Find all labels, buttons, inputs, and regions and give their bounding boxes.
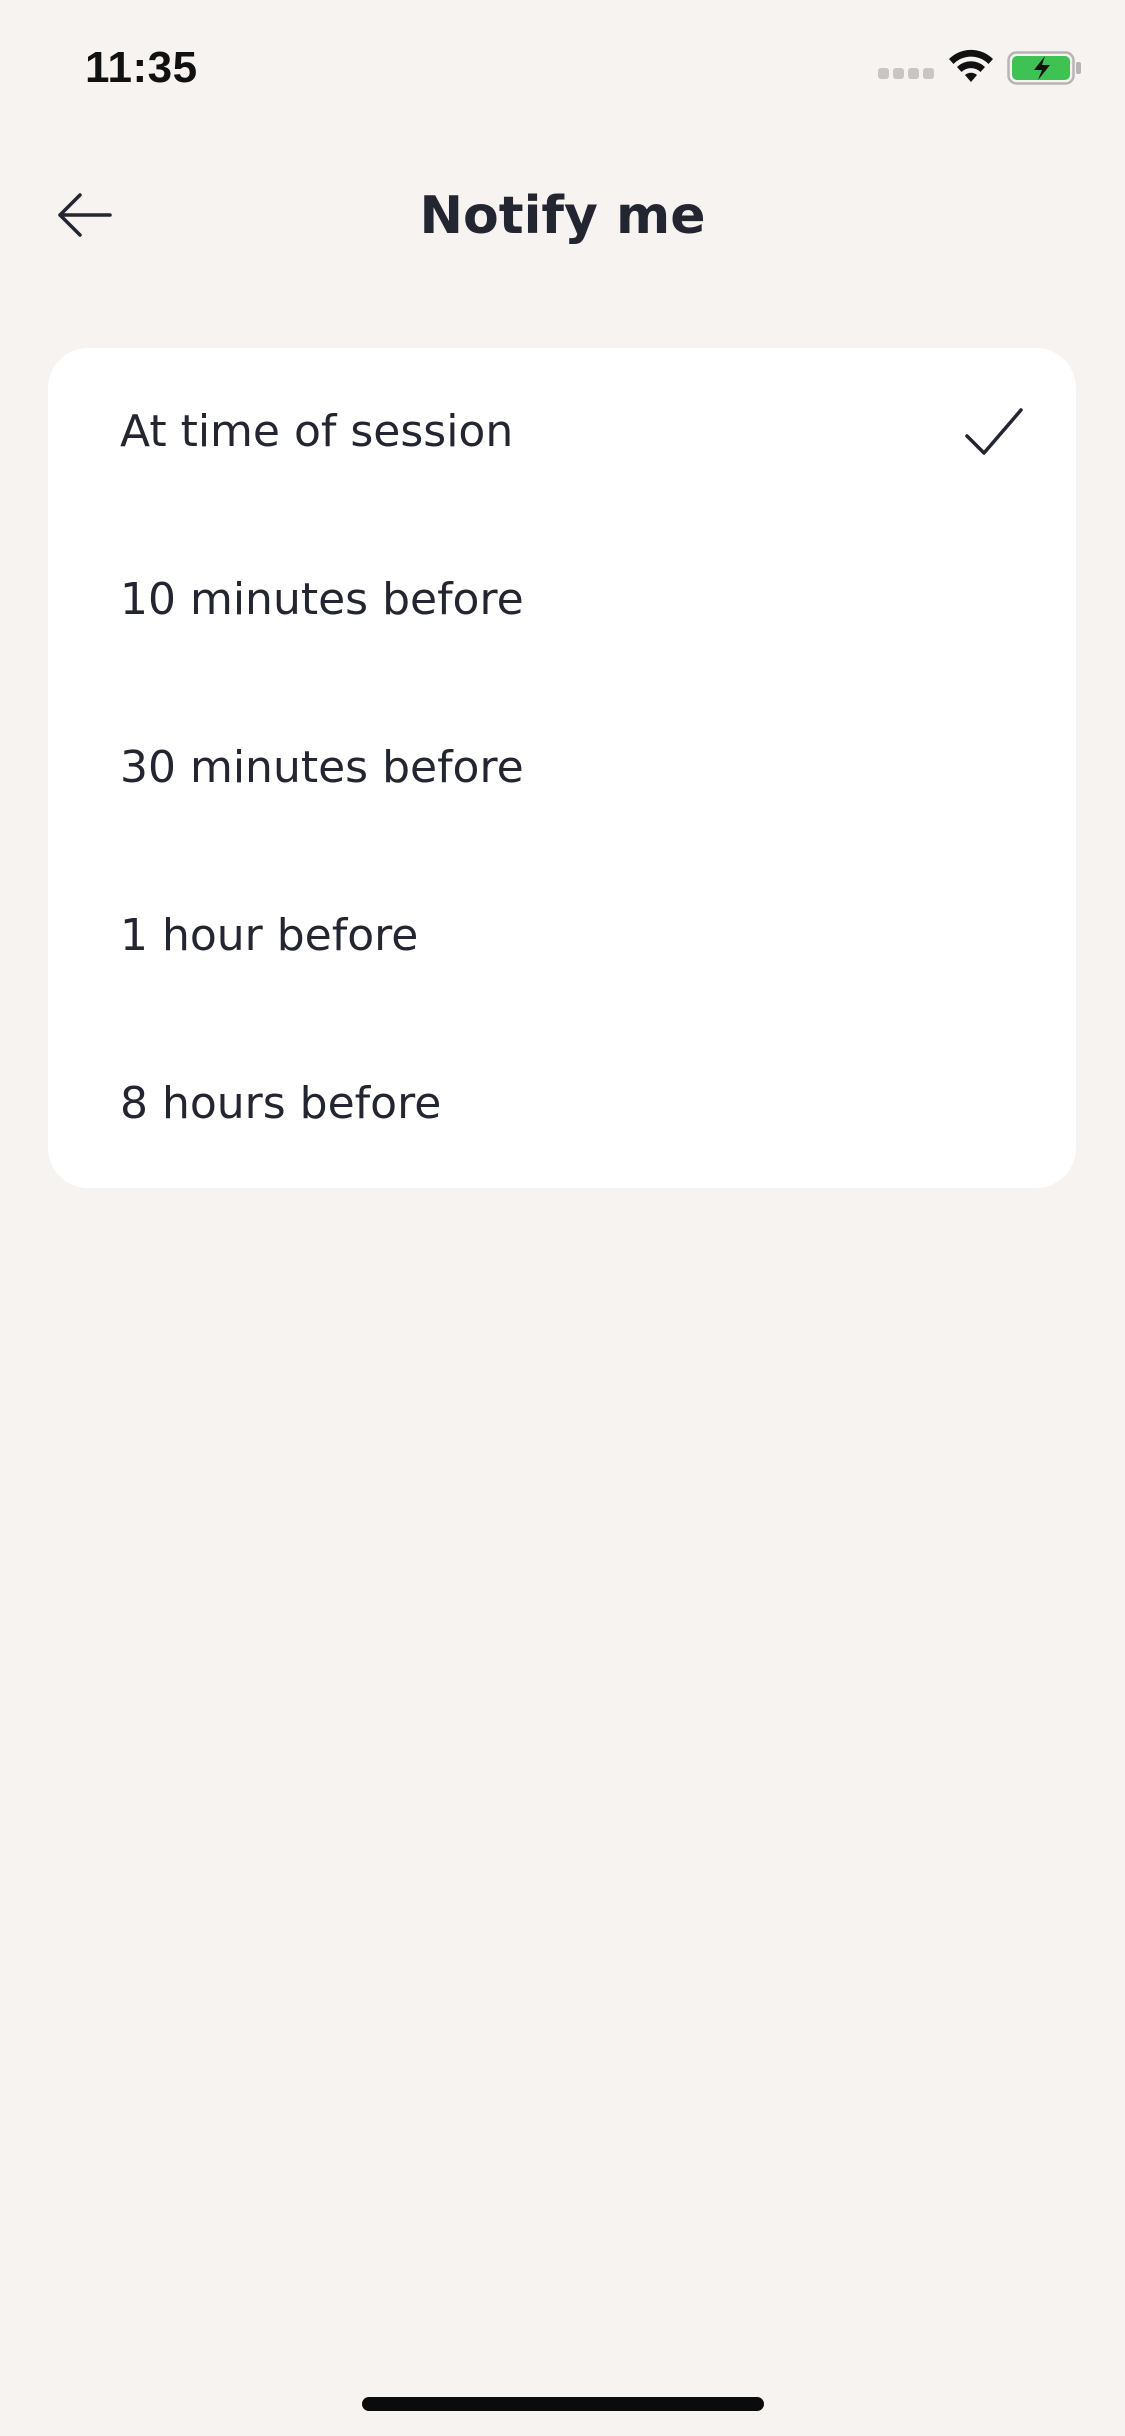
battery-charging-icon <box>1007 51 1081 85</box>
status-time: 11:35 <box>85 43 198 92</box>
status-bar: 11:35 <box>0 0 1125 132</box>
options-list: At time of session 10 minutes before 30 … <box>48 348 1076 1188</box>
notify-me-screen: 11:35 Notify me At time of session 10 mi… <box>0 0 1125 2436</box>
option-10-minutes-before[interactable]: 10 minutes before <box>48 516 1076 684</box>
option-label: 1 hour before <box>120 910 419 961</box>
option-label: 10 minutes before <box>120 574 524 625</box>
header: Notify me <box>0 160 1125 270</box>
option-8-hours-before[interactable]: 8 hours before <box>48 1020 1076 1188</box>
option-1-hour-before[interactable]: 1 hour before <box>48 852 1076 1020</box>
option-at-time-of-session[interactable]: At time of session <box>48 348 1076 516</box>
option-label: At time of session <box>120 406 514 457</box>
option-label: 30 minutes before <box>120 742 524 793</box>
page-title: Notify me <box>419 186 706 246</box>
option-30-minutes-before[interactable]: 30 minutes before <box>48 684 1076 852</box>
checkmark-icon <box>965 408 1023 455</box>
cellular-signal-icon <box>878 66 938 80</box>
home-indicator[interactable] <box>362 2397 764 2411</box>
option-label: 8 hours before <box>120 1078 442 1129</box>
wifi-icon <box>949 49 993 82</box>
